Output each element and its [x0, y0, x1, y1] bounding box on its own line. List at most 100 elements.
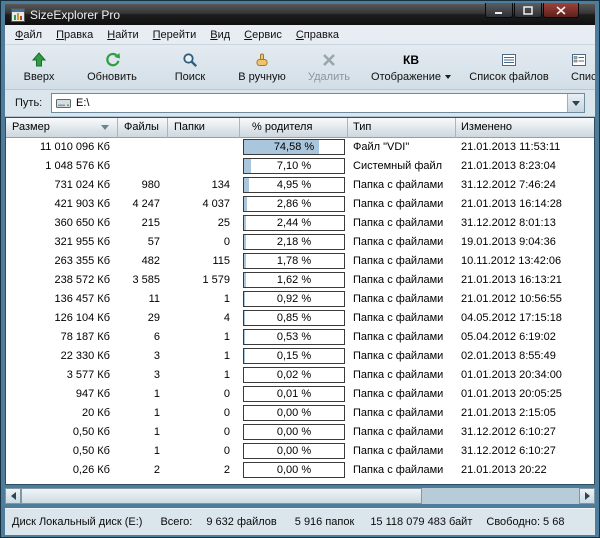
cell-modified: 04.05.2012 17:15:18	[456, 309, 595, 328]
table-row[interactable]: 126 104 Кб2940,85 %Папка с файлами04.05.…	[6, 309, 594, 328]
table-row[interactable]: 731 024 Кб9801344,95 %Папка с файлами31.…	[6, 176, 594, 195]
column-header-files[interactable]: Файлы	[118, 118, 168, 138]
cell-folders	[168, 138, 240, 157]
maximize-button[interactable]	[514, 3, 542, 18]
percent-bar: 0,00 %	[243, 443, 345, 459]
files-count: 9 632 файлов	[206, 516, 276, 528]
cell-size: 11 010 096 Кб	[6, 138, 118, 157]
menu-go[interactable]: Перейти	[146, 26, 204, 44]
table-row[interactable]: 321 955 Кб5702,18 %Папка с файлами19.01.…	[6, 233, 594, 252]
cell-folders: 0	[168, 423, 240, 442]
cell-files: 1	[118, 423, 168, 442]
cell-size: 321 955 Кб	[6, 233, 118, 252]
cell-size: 0,26 Кб	[6, 461, 118, 480]
percent-bar: 0,02 %	[243, 367, 345, 383]
cell-folders: 134	[168, 176, 240, 195]
menu-file[interactable]: Файл	[8, 26, 49, 44]
percent-bar: 0,85 %	[243, 310, 345, 326]
up-button[interactable]: Вверх	[9, 47, 69, 87]
table-row[interactable]: 0,50 Кб100,00 %Папка с файлами31.12.2012…	[6, 423, 594, 442]
cell-size: 22 330 Кб	[6, 347, 118, 366]
table-row[interactable]: 136 457 Кб1110,92 %Папка с файлами21.01.…	[6, 290, 594, 309]
refresh-button[interactable]: Обновить	[73, 47, 151, 87]
path-dropdown-button[interactable]	[567, 94, 584, 112]
cell-percent: 0,00 %	[240, 404, 348, 423]
file-list-button[interactable]: Список файлов	[463, 47, 555, 87]
cell-type: Папка с файлами	[348, 252, 456, 271]
table-row[interactable]: 11 010 096 Кб74,58 %Файл "VDI"21.01.2013…	[6, 138, 594, 157]
cell-modified: 31.12.2012 6:10:27	[456, 423, 595, 442]
table-row[interactable]: 238 572 Кб3 5851 5791,62 %Папка с файлам…	[6, 271, 594, 290]
hand-icon	[254, 52, 270, 69]
cell-size: 238 572 Кб	[6, 271, 118, 290]
column-header-folders[interactable]: Папки	[168, 118, 240, 138]
percent-bar: 4,95 %	[243, 177, 345, 193]
cell-size: 263 355 Кб	[6, 252, 118, 271]
cell-percent: 0,92 %	[240, 290, 348, 309]
column-header-modified[interactable]: Изменено	[456, 118, 595, 138]
scrollbar-thumb[interactable]	[21, 488, 422, 504]
cell-folders: 25	[168, 214, 240, 233]
cell-percent: 0,15 %	[240, 347, 348, 366]
cell-folders: 2	[168, 461, 240, 480]
column-header-type[interactable]: Тип	[348, 118, 456, 138]
arrow-right-icon	[585, 492, 590, 500]
table-row[interactable]: 360 650 Кб215252,44 %Папка с файлами31.1…	[6, 214, 594, 233]
cell-modified: 01.01.2013 20:34:00	[456, 366, 595, 385]
up-label: Вверх	[24, 71, 55, 83]
cell-folders: 4 037	[168, 195, 240, 214]
cell-files: 1	[118, 442, 168, 461]
cell-modified: 10.11.2012 13:42:06	[456, 252, 595, 271]
cell-modified: 21.01.2013 16:14:28	[456, 195, 595, 214]
cell-folders: 0	[168, 233, 240, 252]
table-row[interactable]: 22 330 Кб310,15 %Папка с файлами02.01.20…	[6, 347, 594, 366]
folder-list-button[interactable]: Список	[559, 47, 595, 87]
cell-type: Папка с файлами	[348, 366, 456, 385]
horizontal-scrollbar[interactable]	[5, 488, 595, 504]
cell-size: 136 457 Кб	[6, 290, 118, 309]
cell-folders: 1 579	[168, 271, 240, 290]
table-row[interactable]: 3 577 Кб310,02 %Папка с файлами01.01.201…	[6, 366, 594, 385]
menu-view[interactable]: Вид	[203, 26, 237, 44]
cell-folders: 115	[168, 252, 240, 271]
minimize-button[interactable]	[485, 3, 513, 18]
scroll-left-button[interactable]	[5, 488, 21, 504]
window-title: SizeExplorer Pro	[30, 8, 120, 22]
cell-folders: 1	[168, 347, 240, 366]
cell-type: Папка с файлами	[348, 176, 456, 195]
table-row[interactable]: 0,50 Кб100,00 %Папка с файлами31.12.2012…	[6, 442, 594, 461]
table-row[interactable]: 78 187 Кб610,53 %Папка с файлами05.04.20…	[6, 328, 594, 347]
path-combobox[interactable]: E:\	[51, 93, 585, 113]
manual-button[interactable]: В ручную	[229, 47, 295, 87]
percent-bar: 7,10 %	[243, 158, 345, 174]
cell-size: 421 903 Кб	[6, 195, 118, 214]
table-row[interactable]: 0,26 Кб220,00 %Папка с файлами21.01.2013…	[6, 461, 594, 480]
column-header-size[interactable]: Размер	[6, 118, 118, 138]
cell-modified: 21.01.2013 11:53:11	[456, 138, 595, 157]
table-row[interactable]: 947 Кб100,01 %Папка с файлами01.01.2013 …	[6, 385, 594, 404]
minimize-icon	[494, 6, 504, 15]
file-list-label: Список файлов	[469, 71, 548, 83]
cell-files: 3	[118, 347, 168, 366]
menu-find[interactable]: Найти	[100, 26, 145, 44]
percent-bar: 0,01 %	[243, 386, 345, 402]
cell-folders: 1	[168, 366, 240, 385]
cell-modified: 21.01.2013 2:15:05	[456, 404, 595, 423]
cell-percent: 2,44 %	[240, 214, 348, 233]
close-button[interactable]	[543, 3, 579, 18]
cell-type: Папка с файлами	[348, 214, 456, 233]
cell-size: 0,50 Кб	[6, 442, 118, 461]
column-header-percent[interactable]: % родителя	[240, 118, 348, 138]
cell-files: 11	[118, 290, 168, 309]
table-row[interactable]: 421 903 Кб4 2474 0372,86 %Папка с файлам…	[6, 195, 594, 214]
search-button[interactable]: Поиск	[155, 47, 225, 87]
table-row[interactable]: 1 048 576 Кб7,10 %Системный файл21.01.20…	[6, 157, 594, 176]
table-row[interactable]: 263 355 Кб4821151,78 %Папка с файлами10.…	[6, 252, 594, 271]
table-row[interactable]: 20 Кб100,00 %Папка с файлами21.01.2013 2…	[6, 404, 594, 423]
menu-service[interactable]: Сервис	[237, 26, 289, 44]
menu-edit[interactable]: Правка	[49, 26, 100, 44]
scroll-right-button[interactable]	[579, 488, 595, 504]
display-units-button[interactable]: КВ Отображение	[363, 47, 459, 87]
menu-help[interactable]: Справка	[289, 26, 346, 44]
cell-modified: 21.01.2012 10:56:55	[456, 290, 595, 309]
